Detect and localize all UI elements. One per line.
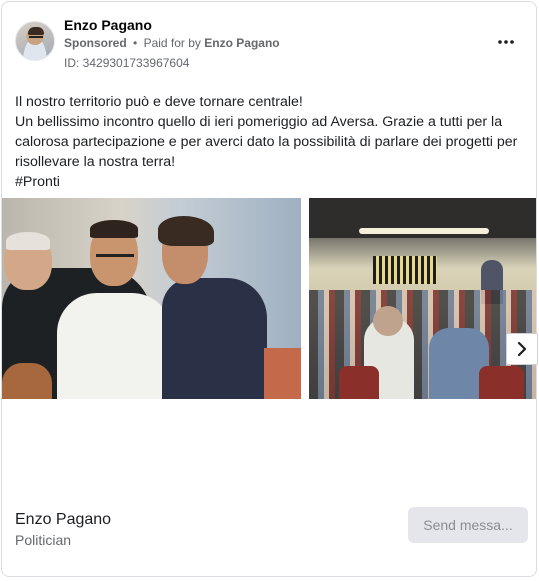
person-center-hair: [90, 220, 138, 238]
more-options-button[interactable]: [494, 30, 518, 54]
post-text-line: Un bellissimo incontro quello di ieri po…: [15, 114, 503, 130]
more-horizontal-icon: [498, 40, 514, 44]
ad-card: Enzo Pagano Sponsored • Paid for by Enzo…: [1, 1, 537, 577]
person-center-glasses: [96, 254, 134, 262]
person-back-hair: [6, 232, 50, 250]
image-carousel[interactable]: [2, 198, 536, 399]
post-text: Il nostro territorio può e deve tornare …: [15, 92, 525, 192]
hashtag-link[interactable]: #Pronti: [15, 172, 525, 192]
post-text-line: calorosa partecipazione e per averci dat…: [15, 134, 518, 150]
avatar[interactable]: [15, 21, 55, 61]
sponsored-line: Sponsored • Paid for by Enzo Pagano: [64, 36, 280, 50]
sponsored-label: Sponsored: [64, 36, 127, 50]
chair-background: [264, 348, 301, 399]
person-white-shirt: [57, 293, 172, 399]
audience-hall-photo[interactable]: [309, 198, 536, 399]
author-name[interactable]: Enzo Pagano: [64, 17, 152, 33]
audience-head: [373, 306, 403, 336]
paid-for-prefix: Paid for by: [143, 36, 201, 50]
avatar-hair: [28, 27, 44, 35]
red-chair: [479, 366, 524, 399]
meeting-conversation-photo[interactable]: [2, 198, 301, 399]
ceiling-light: [359, 228, 489, 234]
carousel-next-button[interactable]: [506, 333, 538, 365]
payer-name: Enzo Pagano: [204, 36, 280, 50]
send-message-button[interactable]: Send messa...: [408, 507, 528, 543]
person-right-hair: [158, 216, 214, 246]
chevron-right-icon: [517, 342, 527, 356]
post-text-line: risollevare la nostra terra!: [15, 154, 176, 170]
wall-artwork: [373, 256, 437, 284]
separator-dot: •: [133, 36, 138, 50]
post-text-line: Il nostro territorio può e deve tornare …: [15, 94, 303, 110]
person-right-jacket: [162, 278, 267, 399]
red-chair: [339, 366, 379, 399]
footer-category: Politician: [15, 532, 72, 548]
footer-page-name[interactable]: Enzo Pagano: [15, 511, 111, 529]
arm-foreground: [2, 363, 52, 399]
ad-id: ID: 3429301733967604: [64, 56, 190, 70]
avatar-glasses: [29, 36, 43, 39]
